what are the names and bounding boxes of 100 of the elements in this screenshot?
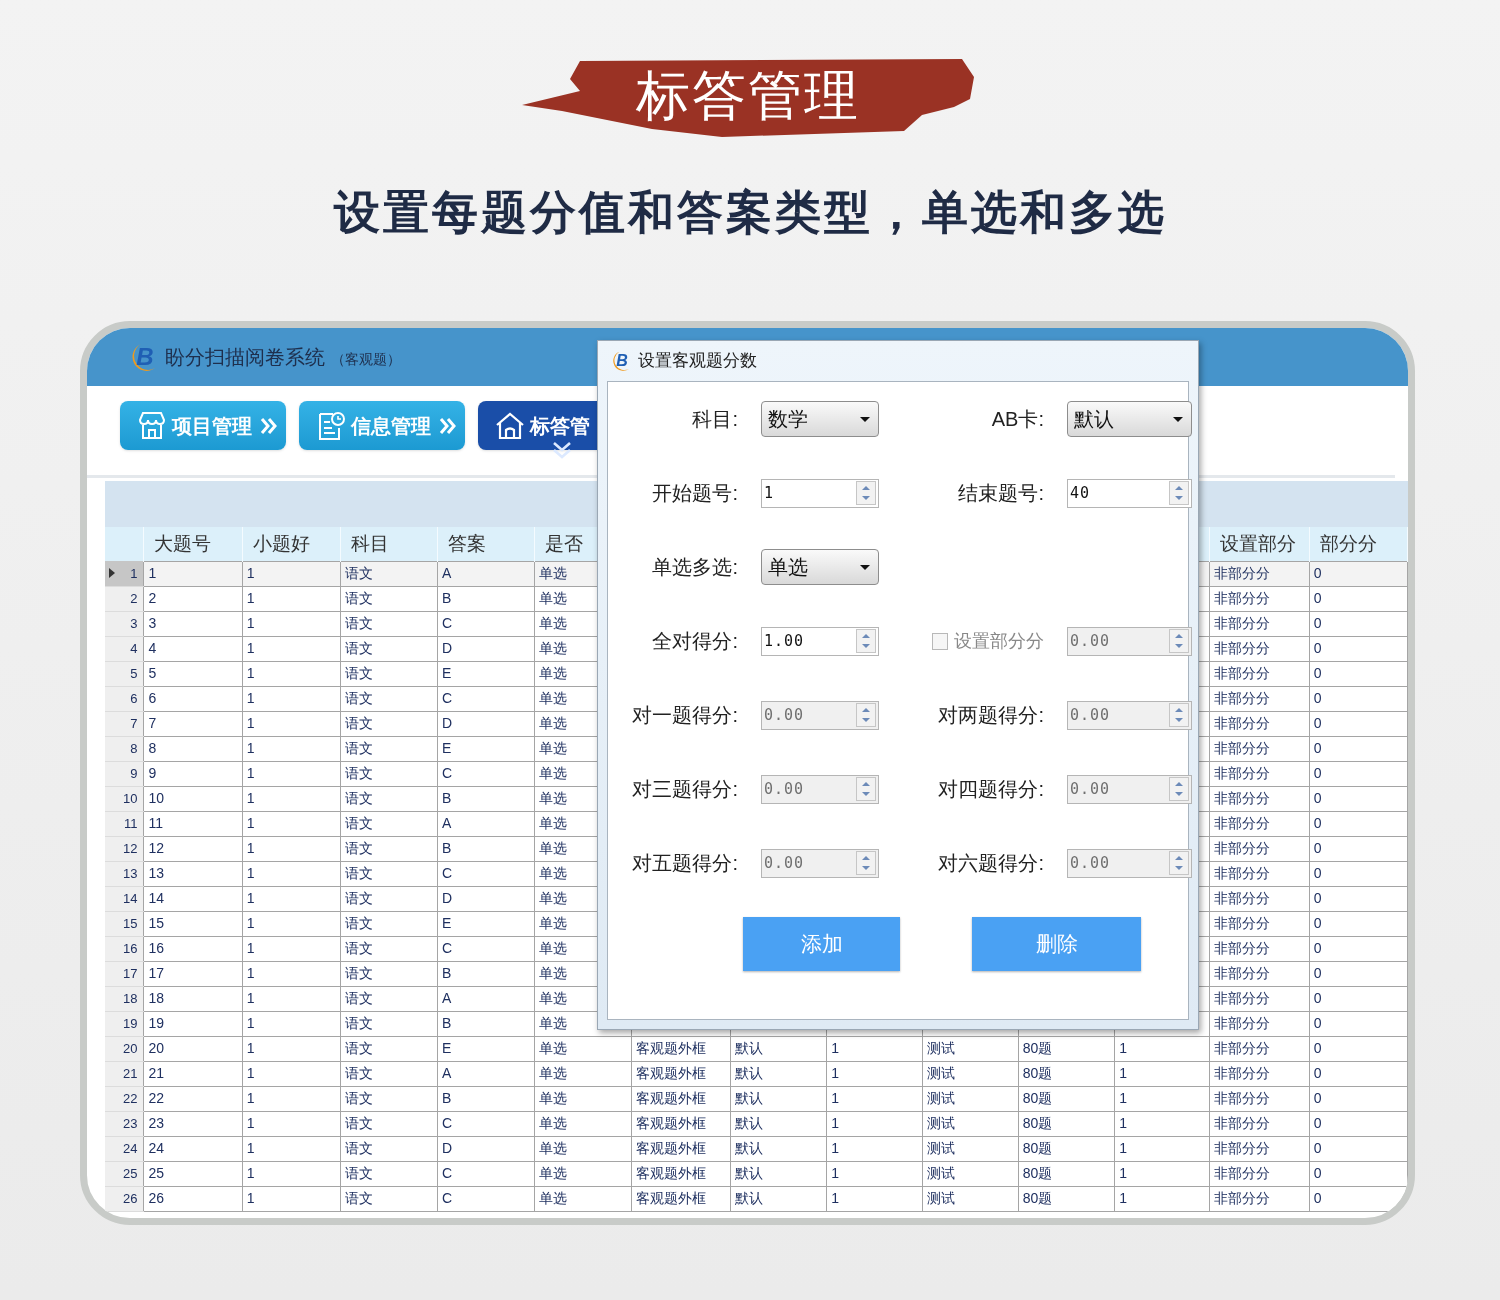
table-cell: 1 <box>242 611 341 636</box>
row-header[interactable]: 5 <box>105 661 144 686</box>
row-header[interactable]: 14 <box>105 886 144 911</box>
table-cell: 0 <box>1309 936 1408 961</box>
table-cell: 1 <box>242 1111 341 1136</box>
dropdown[interactable]: 默认 <box>1067 401 1192 437</box>
table-cell: 0 <box>1309 1011 1408 1036</box>
table-cell: 1 <box>1114 1086 1210 1111</box>
table-cell: 语文 <box>340 1111 438 1136</box>
table-cell: 24 <box>143 1136 243 1161</box>
table-cell: 80题 <box>1018 1086 1115 1111</box>
spinner-icon[interactable] <box>856 481 876 505</box>
table-cell: 0 <box>1309 761 1408 786</box>
column-header[interactable]: 小题好 <box>242 527 341 561</box>
table-cell: C <box>437 686 535 711</box>
row-header[interactable]: 21 <box>105 1061 144 1086</box>
table-cell: 非部分分 <box>1209 1061 1310 1086</box>
table-cell: 语文 <box>340 761 438 786</box>
row-header[interactable]: 25 <box>105 1161 144 1186</box>
dropdown-arrow-icon <box>860 564 870 570</box>
row-header[interactable]: 22 <box>105 1086 144 1111</box>
row-header[interactable]: 26 <box>105 1186 144 1211</box>
row-header[interactable]: 10 <box>105 786 144 811</box>
table-cell: 客观题外框 <box>631 1086 731 1111</box>
table-cell: 非部分分 <box>1209 836 1310 861</box>
table-cell: 1 <box>242 886 341 911</box>
row-header[interactable]: 18 <box>105 986 144 1011</box>
row-header[interactable]: 20 <box>105 1036 144 1061</box>
dropdown[interactable]: 单选 <box>761 549 879 585</box>
table-cell: 语文 <box>340 911 438 936</box>
number-field[interactable]: 1 <box>761 478 879 508</box>
table-cell: 80题 <box>1018 1036 1115 1061</box>
table-cell: 1 <box>242 1186 341 1211</box>
number-field[interactable]: 1.00 <box>761 626 879 656</box>
table-cell: 1 <box>1114 1061 1210 1086</box>
table-cell: 语文 <box>340 1186 438 1211</box>
table-cell: 0 <box>1309 661 1408 686</box>
table-cell: 0 <box>1309 811 1408 836</box>
table-cell: 0 <box>1309 1111 1408 1136</box>
table-cell: 1 <box>242 711 341 736</box>
spinner-icon[interactable] <box>1169 481 1189 505</box>
row-header[interactable]: 4 <box>105 636 144 661</box>
row-header[interactable]: 16 <box>105 936 144 961</box>
column-header[interactable]: 答案 <box>437 527 535 561</box>
table-cell: 1 <box>242 586 341 611</box>
table-cell: 0 <box>1309 861 1408 886</box>
table-cell: 0 <box>1309 611 1408 636</box>
table-cell: 测试 <box>922 1186 1019 1211</box>
field-label: 对两题得分: <box>937 703 1044 728</box>
table-cell: A <box>437 811 535 836</box>
table-cell: 客观题外框 <box>631 1186 731 1211</box>
table-cell: 0 <box>1309 586 1408 611</box>
row-header[interactable]: 6 <box>105 686 144 711</box>
row-header[interactable]: 1 <box>105 561 144 586</box>
table-cell: 1 <box>242 1011 341 1036</box>
row-header[interactable]: 9 <box>105 761 144 786</box>
table-cell: 非部分分 <box>1209 936 1310 961</box>
table-cell: 1 <box>826 1086 922 1111</box>
row-header[interactable]: 17 <box>105 961 144 986</box>
row-header[interactable]: 13 <box>105 861 144 886</box>
column-header[interactable]: 部分分 <box>1309 527 1408 561</box>
row-header[interactable]: 23 <box>105 1111 144 1136</box>
table-cell: 0 <box>1309 961 1408 986</box>
row-header[interactable]: 15 <box>105 911 144 936</box>
number-field[interactable]: 40 <box>1067 478 1192 508</box>
row-header[interactable]: 11 <box>105 811 144 836</box>
table-cell: 客观题外框 <box>631 1111 731 1136</box>
dropdown[interactable]: 数学 <box>761 401 879 437</box>
table-cell: 1 <box>1114 1036 1210 1061</box>
table-cell: 1 <box>1114 1136 1210 1161</box>
row-header[interactable]: 8 <box>105 736 144 761</box>
table-cell: A <box>437 986 535 1011</box>
row-header[interactable]: 24 <box>105 1136 144 1161</box>
table-cell: 语文 <box>340 736 438 761</box>
table-cell: 语文 <box>340 961 438 986</box>
column-header[interactable]: 科目 <box>340 527 438 561</box>
table-cell: 测试 <box>922 1086 1019 1111</box>
row-header[interactable]: 3 <box>105 611 144 636</box>
table-cell: 非部分分 <box>1209 586 1310 611</box>
table-cell: 1 <box>242 761 341 786</box>
table-cell: 单选 <box>534 1161 632 1186</box>
table-cell: 1 <box>242 786 341 811</box>
spinner-icon[interactable] <box>856 629 876 653</box>
table-cell: 1 <box>242 561 341 586</box>
table-cell: 0 <box>1309 1161 1408 1186</box>
table-cell: 0 <box>1309 686 1408 711</box>
row-header[interactable]: 7 <box>105 711 144 736</box>
row-header[interactable]: 19 <box>105 1011 144 1036</box>
column-header[interactable]: 设置部分 <box>1209 527 1310 561</box>
banner-title: 标答管理 <box>636 68 860 122</box>
table-cell: B <box>437 961 535 986</box>
table-cell: 语文 <box>340 861 438 886</box>
table-cell: 80题 <box>1018 1111 1115 1136</box>
row-header[interactable]: 2 <box>105 586 144 611</box>
table-cell: 4 <box>143 636 243 661</box>
column-header[interactable]: 大题号 <box>143 527 243 561</box>
table-cell: 0 <box>1309 1136 1408 1161</box>
table-cell: 1 <box>242 911 341 936</box>
table-cell: 语文 <box>340 1136 438 1161</box>
row-header[interactable]: 12 <box>105 836 144 861</box>
